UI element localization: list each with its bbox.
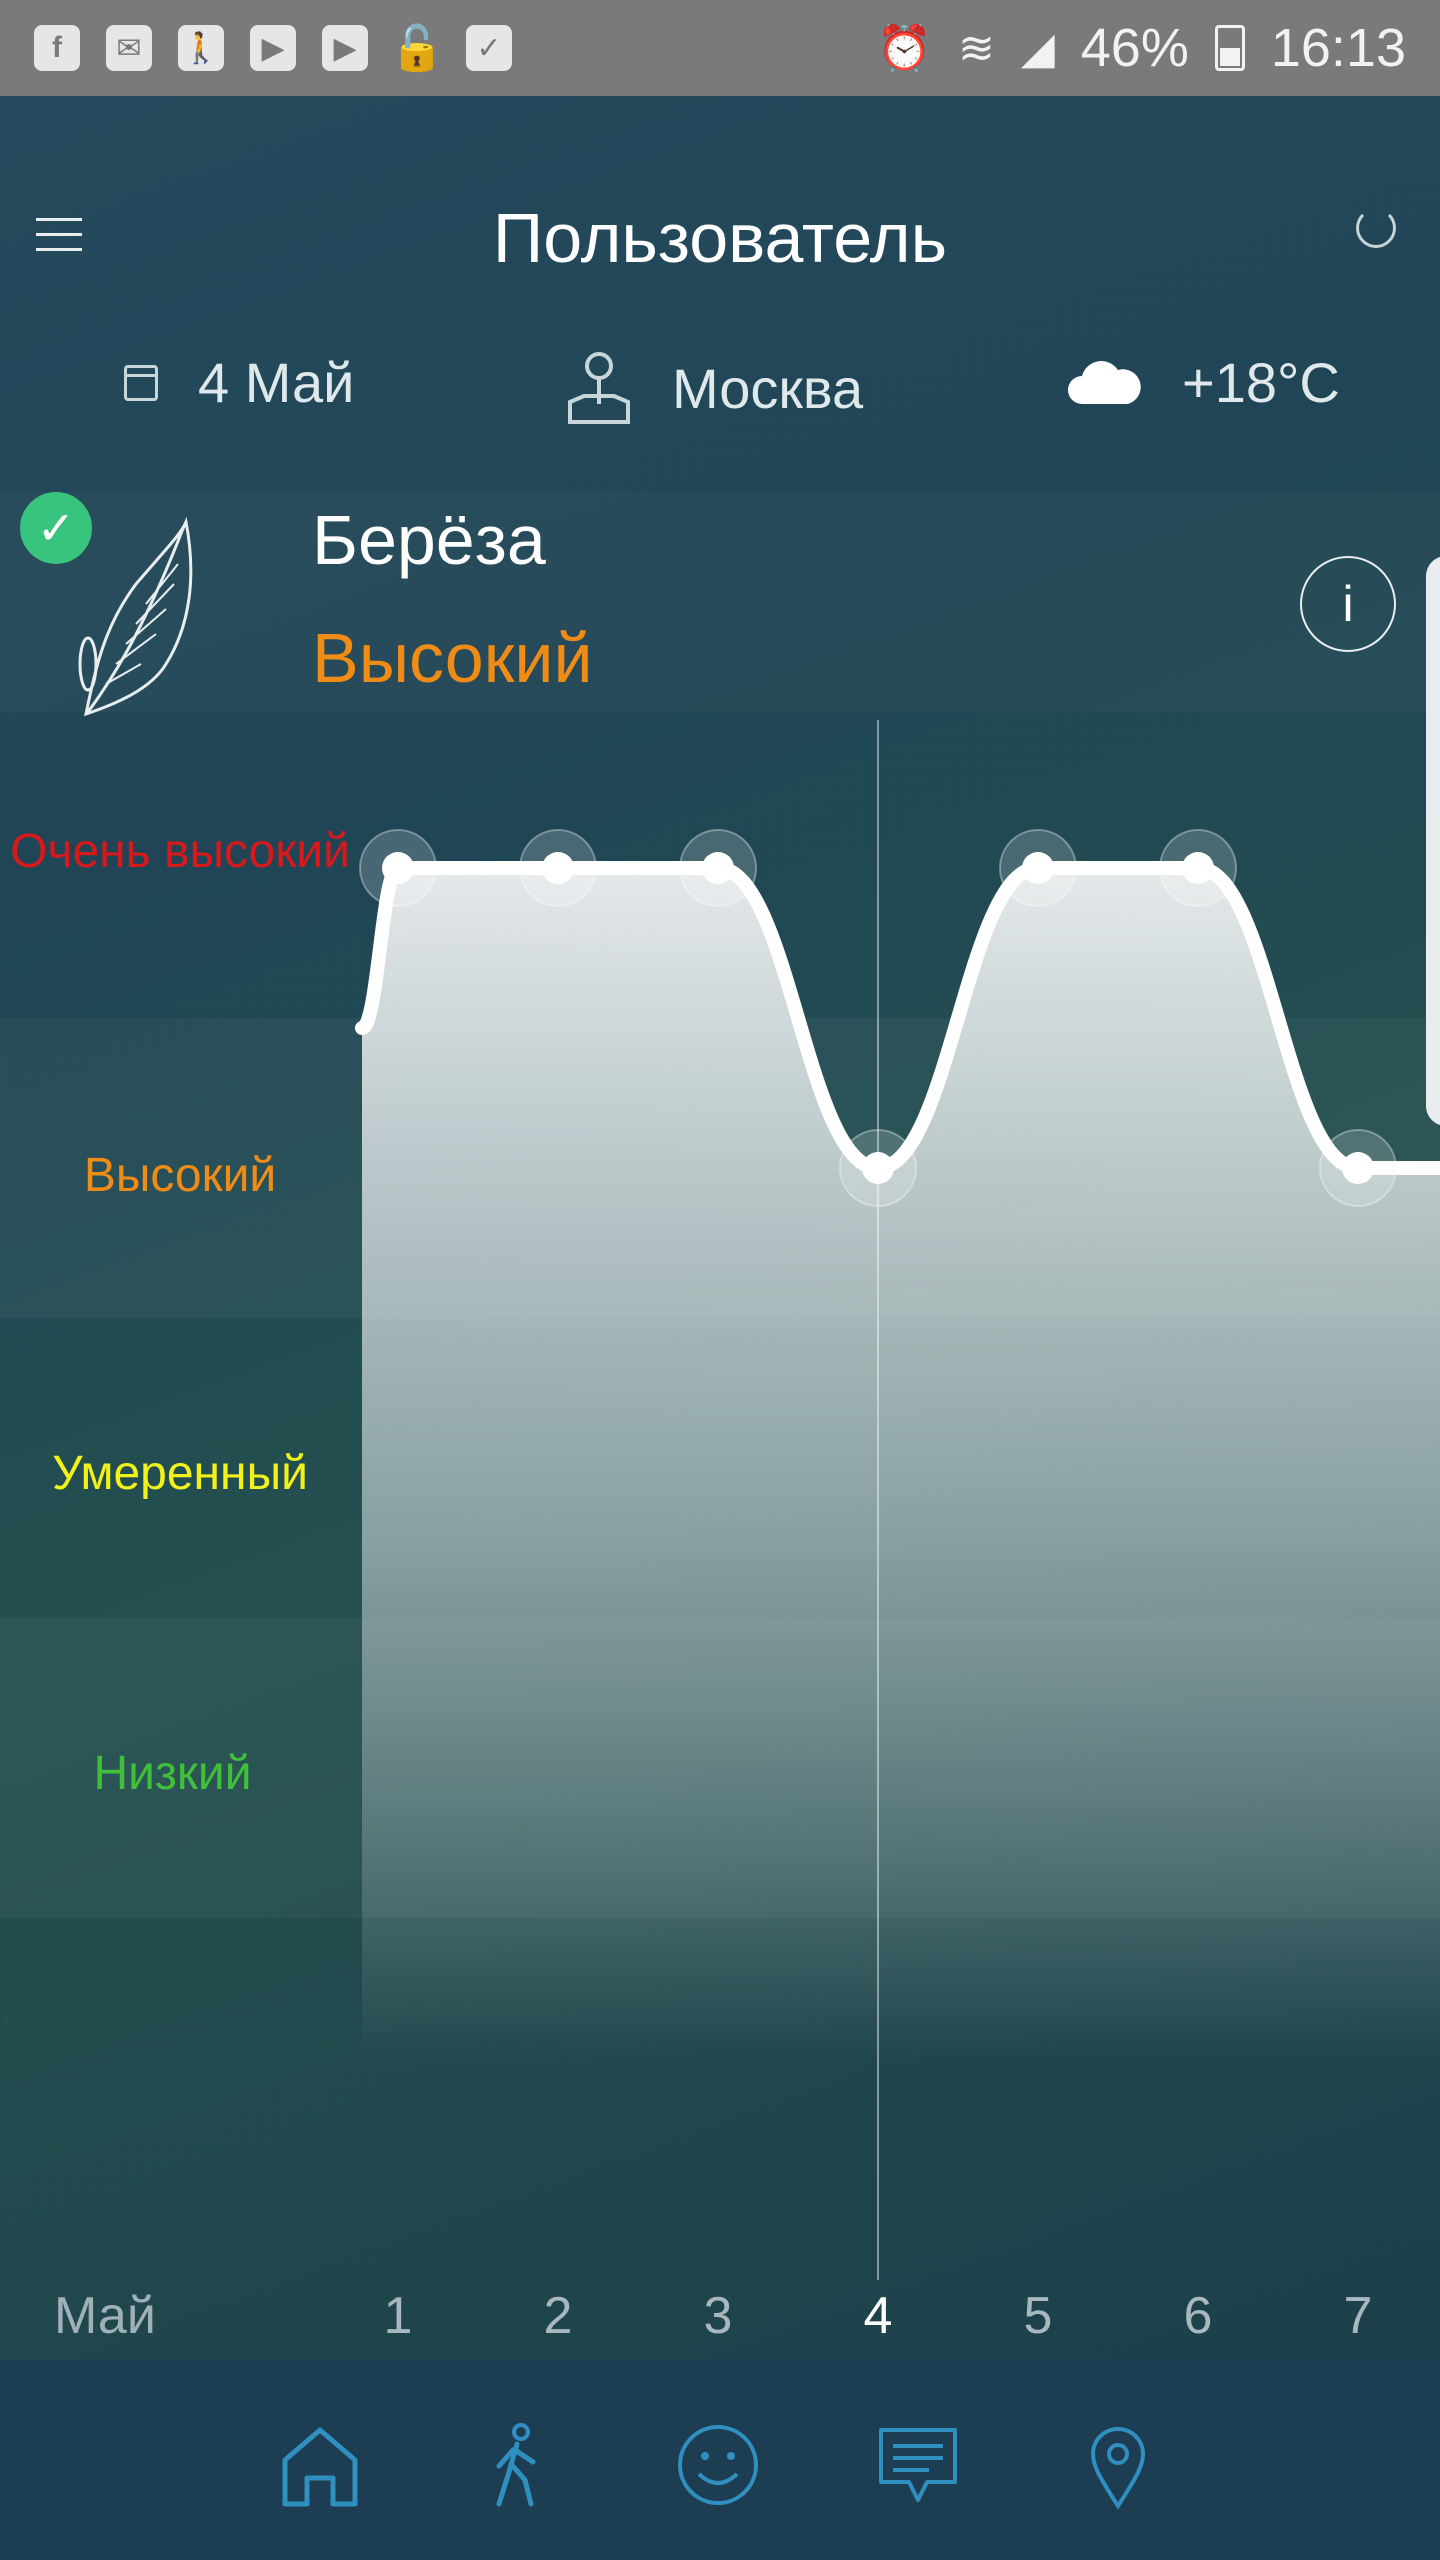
level-label-very-high: Очень высокий	[10, 825, 350, 878]
status-bar: f ✉ 🚶 ▶ ▶ 🔓 ✓ ⏰ ≋ ◢ 46% 16:13	[0, 0, 1440, 96]
calendar-icon	[124, 364, 158, 401]
birch-leaf-icon	[66, 514, 206, 729]
x-tick-label[interactable]: 4	[838, 2286, 918, 2346]
data-point[interactable]	[1342, 1152, 1374, 1184]
battery-icon	[1214, 25, 1245, 71]
x-tick-label[interactable]: 1	[358, 2286, 438, 2346]
nav-walk-button[interactable]	[473, 2420, 563, 2510]
walk-icon	[496, 2423, 536, 2507]
wifi-icon: ≋	[958, 23, 995, 73]
cloud-icon	[1066, 358, 1142, 408]
home-icon	[282, 2427, 358, 2507]
system-status: ⏰ ≋ ◢ 46% 16:13	[877, 17, 1406, 79]
nav-map-button[interactable]	[1073, 2420, 1163, 2510]
youtube-icon: ▶	[322, 25, 368, 71]
plant-level: Высокий	[312, 619, 593, 697]
clock: 16:13	[1270, 18, 1406, 78]
refresh-button[interactable]	[1356, 208, 1396, 248]
x-tick-label[interactable]: 3	[678, 2286, 758, 2346]
x-tick-label[interactable]: 2	[518, 2286, 598, 2346]
map-pin-icon	[566, 350, 632, 426]
info-row: 4 Май Москва +18°C	[0, 330, 1440, 440]
walker-icon: 🚶	[178, 25, 224, 71]
page-title: Пользователь	[492, 199, 948, 277]
plant-card	[0, 492, 1440, 712]
smiley-icon	[678, 2425, 758, 2505]
date-item[interactable]: 4 Май	[124, 350, 354, 415]
alarm-icon: ⏰	[877, 24, 933, 73]
location-icon	[1090, 2427, 1146, 2510]
level-label-moderate: Умеренный	[52, 1447, 308, 1500]
mail-icon: ✉	[106, 25, 152, 71]
date-text: 4 Май	[198, 351, 355, 414]
notification-icons: f ✉ 🚶 ▶ ▶ 🔓 ✓	[34, 24, 512, 73]
facebook-icon: f	[34, 25, 80, 71]
nav-home-button[interactable]	[275, 2420, 365, 2510]
level-label-low: Низкий	[93, 1747, 252, 1800]
signal-icon: ◢	[1020, 23, 1055, 73]
level-label-high: Высокий	[83, 1149, 277, 1202]
x-tick-label[interactable]: 7	[1318, 2286, 1398, 2346]
nav-messages-button[interactable]	[873, 2420, 963, 2510]
message-icon	[879, 2428, 957, 2502]
vpn-lock-icon: 🔓	[389, 24, 445, 73]
data-point[interactable]	[1182, 852, 1214, 884]
youtube-icon: ▶	[250, 25, 296, 71]
plant-name: Берёза	[312, 501, 546, 579]
data-point[interactable]	[542, 852, 574, 884]
data-point[interactable]	[1022, 852, 1054, 884]
city-text: Москва	[672, 356, 864, 420]
x-tick-label[interactable]: 5	[998, 2286, 1078, 2346]
pollen-chart	[0, 720, 1440, 2280]
nav-mood-button[interactable]	[673, 2420, 763, 2510]
temperature-text: +18°C	[1182, 351, 1340, 414]
weather-item: +18°C	[1066, 350, 1340, 415]
data-point[interactable]	[862, 1152, 894, 1184]
location-item[interactable]: Москва	[566, 350, 863, 426]
data-point[interactable]	[382, 852, 414, 884]
briefcase-check-icon: ✓	[466, 25, 512, 71]
x-tick-label[interactable]: 6	[1158, 2286, 1238, 2346]
battery-percent: 46%	[1080, 18, 1189, 78]
data-point[interactable]	[702, 852, 734, 884]
info-button[interactable]: i	[1300, 556, 1396, 652]
x-axis-month: Май	[54, 2287, 156, 2345]
